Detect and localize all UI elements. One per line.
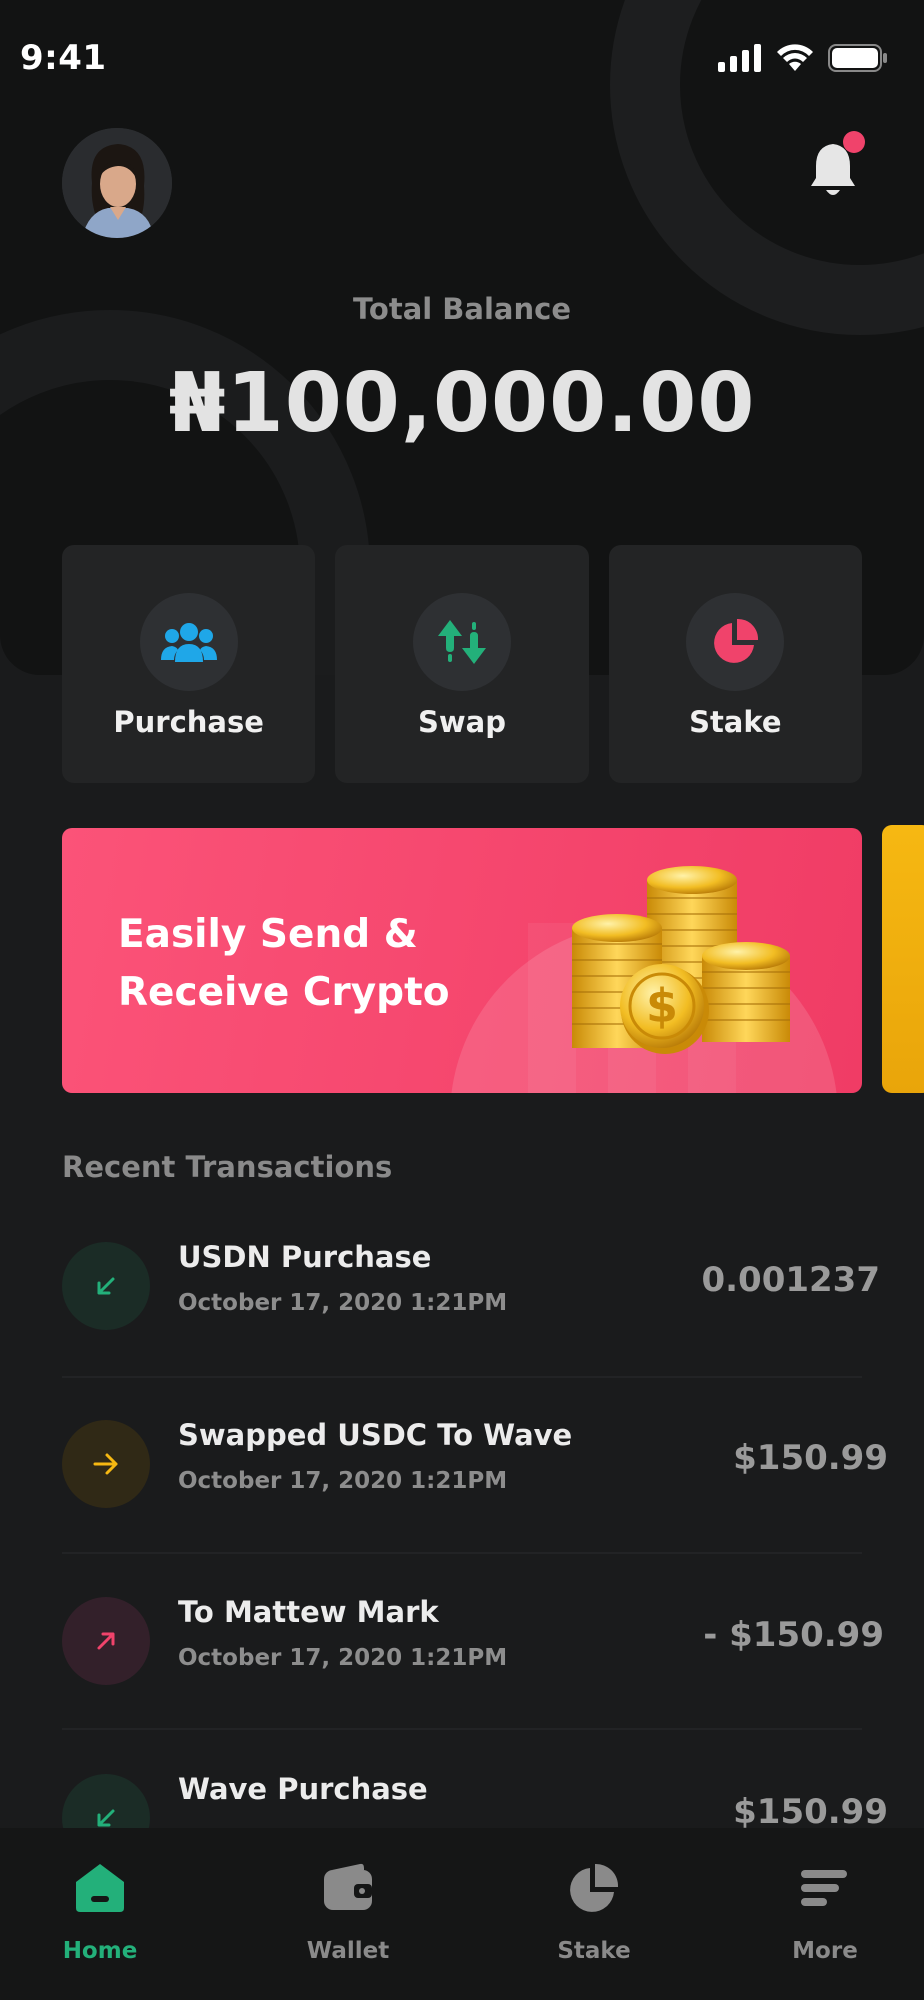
balance-value: ₦100,000.00 [168,356,756,451]
stake-button[interactable]: Stake [608,545,862,783]
tab-label: Stake [557,1938,631,1964]
transaction-icon-circle [62,1597,150,1685]
swap-icon-circle [412,593,511,691]
cellular-signal-icon [718,44,761,72]
menu-icon [801,1870,847,1906]
tab-more[interactable]: More [745,1828,905,2000]
pie-chart-icon [570,1863,619,1912]
transaction-row[interactable]: To Mattew Mark October 17, 2020 1:21PM -… [62,1585,884,1705]
purchase-button[interactable]: Purchase [62,545,316,783]
tab-label: Home [62,1938,138,1964]
tab-stake[interactable]: Stake [514,1828,674,2000]
pie-chart-icon [714,618,759,663]
transaction-title: USDN Purchase [178,1240,432,1274]
transaction-icon-circle [62,1242,150,1330]
transaction-date: October 17, 2020 1:21PM [178,1645,508,1671]
gold-coins-illustration: $ [572,866,790,1054]
swap-arrows-icon [437,620,486,664]
stake-icon-circle [686,593,785,691]
tab-bar: Home Wallet Stake More [0,1828,924,2000]
tab-label: More [792,1938,858,1964]
transaction-amount: $150.99 [733,1792,888,1832]
status-time: 9:41 [20,38,107,78]
wallet-icon [324,1863,372,1910]
transaction-amount: 0.001237 [701,1260,880,1300]
tab-home[interactable]: Home [20,1828,180,2000]
transaction-title: Wave Purchase [178,1772,428,1806]
transaction-row[interactable]: Swapped USDC To Wave October 17, 2020 1:… [62,1408,888,1528]
arrow-up-right-icon [97,1632,115,1650]
tab-wallet[interactable]: Wallet [268,1828,428,2000]
users-icon [160,623,217,662]
swap-button[interactable]: Swap [335,545,589,783]
stake-label: Stake [689,705,782,739]
status-icons [718,44,888,72]
transaction-row[interactable]: USDN Purchase October 17, 2020 1:21PM 0.… [62,1230,882,1350]
home-icon [76,1864,124,1912]
profile-photo [62,128,172,238]
balance-label: Total Balance [352,292,571,326]
status-bar: 9:41 [0,0,924,120]
promo-banner[interactable]: Easily Send & Receive Crypto $ [62,828,862,1093]
transaction-amount: - $150.99 [703,1615,884,1655]
tab-label: Wallet [306,1938,390,1964]
divider [62,1376,862,1378]
arrow-down-left-icon [97,1277,115,1295]
next-banner-peek[interactable] [882,825,924,1093]
transaction-title: Swapped USDC To Wave [178,1418,573,1452]
arrow-right-icon [93,1453,118,1475]
avatar[interactable] [62,128,172,238]
recent-transactions-title: Recent Transactions [62,1150,393,1184]
transaction-amount: $150.99 [733,1438,888,1478]
svg-text:$: $ [646,979,678,1033]
transaction-title: To Mattew Mark [178,1595,439,1629]
swap-label: Swap [417,705,506,739]
battery-icon [828,44,887,72]
transaction-date: October 17, 2020 1:21PM [178,1468,508,1494]
banner-title: Easily Send & Receive Crypto [118,912,450,1015]
purchase-icon-circle [139,593,238,691]
divider [62,1552,862,1554]
purchase-label: Purchase [113,705,264,739]
transaction-date: October 17, 2020 1:21PM [178,1290,508,1316]
divider [62,1728,862,1730]
transaction-icon-circle [62,1420,150,1508]
quick-actions: Purchase Swap Stake [62,545,862,783]
notification-badge [843,131,865,153]
wifi-icon [777,44,813,71]
